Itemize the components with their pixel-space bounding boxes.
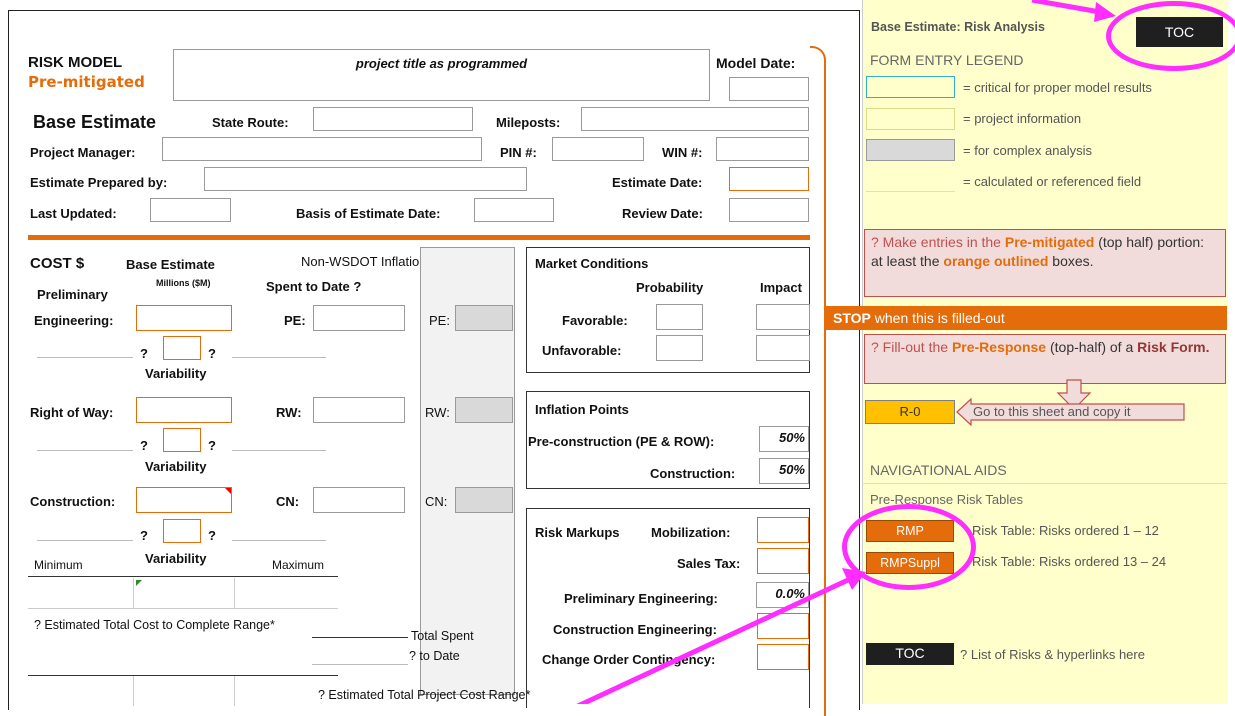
arrow-to-toc-icon xyxy=(1031,0,1116,22)
arrow-to-rmp-icon xyxy=(576,568,866,704)
magenta-arrows xyxy=(576,0,1116,704)
